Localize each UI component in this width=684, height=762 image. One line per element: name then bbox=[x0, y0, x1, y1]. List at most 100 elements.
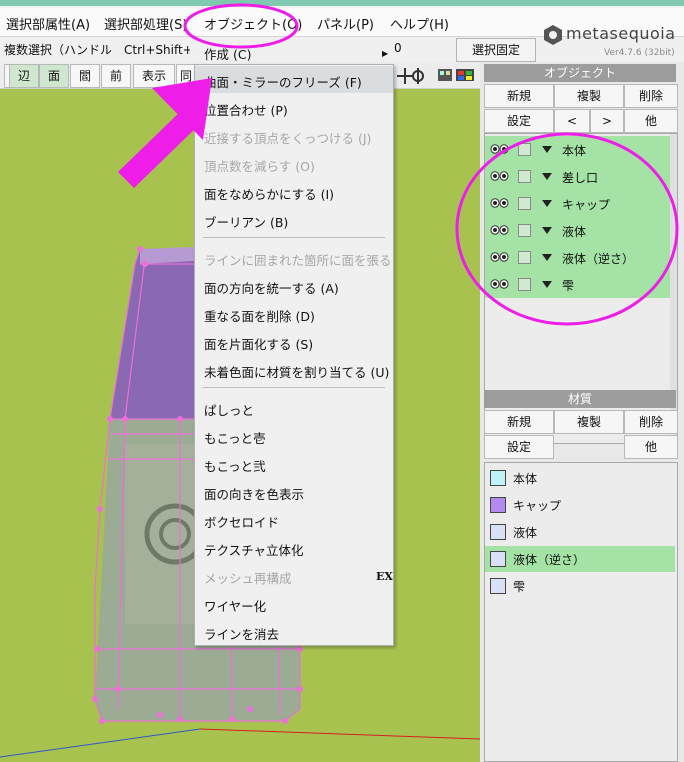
material-swatch bbox=[490, 578, 506, 594]
material-name: キャップ bbox=[513, 499, 562, 513]
screen-layout-icon bbox=[438, 69, 474, 81]
display-button[interactable]: 表示 bbox=[133, 64, 175, 88]
ex-badge: EX bbox=[376, 570, 393, 583]
object-other-button[interactable]: 他 bbox=[624, 109, 678, 133]
edge-mode-button[interactable]: 辺 bbox=[9, 64, 39, 88]
lock-checkbox[interactable] bbox=[518, 197, 531, 210]
menu-separator bbox=[203, 237, 385, 238]
list-item[interactable]: 雫 bbox=[485, 271, 670, 298]
object-panel-title: オブジェクト bbox=[484, 64, 676, 82]
menu-item-align[interactable]: 位置合わせ (P) bbox=[204, 100, 288, 119]
expand-triangle-icon[interactable] bbox=[542, 200, 552, 207]
object-name: 液体（逆さ） bbox=[562, 252, 635, 266]
object-next-button[interactable]: > bbox=[590, 109, 624, 133]
object-delete-button[interactable]: 削除 bbox=[624, 84, 678, 108]
list-item[interactable]: 本体 bbox=[485, 136, 670, 163]
menu-item-delete-lines[interactable]: ラインを消去 bbox=[204, 624, 279, 643]
object-name: 差し口 bbox=[562, 171, 599, 185]
menu-item-unify-normals[interactable]: 面の方向を統一する (A) bbox=[204, 278, 339, 297]
material-duplicate-button[interactable]: 複製 bbox=[554, 410, 624, 434]
menu-selection-process[interactable]: 選択部処理(S) bbox=[104, 14, 187, 33]
menu-item-mokotto-2[interactable]: もこっと弐 bbox=[204, 456, 266, 475]
visibility-eye-icon[interactable] bbox=[490, 171, 510, 181]
list-item[interactable]: 本体 bbox=[485, 465, 675, 491]
lock-checkbox[interactable] bbox=[518, 224, 531, 237]
menu-selection-attributes[interactable]: 選択部属性(A) bbox=[6, 14, 90, 33]
menu-item-smooth-faces[interactable]: 面をなめらかにする (I) bbox=[204, 184, 334, 203]
visibility-eye-icon[interactable] bbox=[490, 225, 510, 235]
menu-item-freeze[interactable]: 曲面・ミラーのフリーズ (F) bbox=[204, 72, 362, 91]
object-menu-dropdown: 作成 (C) ▶ 曲面・ミラーのフリーズ (F) 位置合わせ (P) 近接する頂… bbox=[194, 47, 394, 646]
view-tools-icons[interactable] bbox=[396, 67, 478, 85]
material-other-button[interactable]: 他 bbox=[624, 435, 678, 459]
logo-icon bbox=[544, 25, 562, 45]
app-logo: metasequoia Ver4.7.6 (32bit) bbox=[540, 18, 684, 62]
list-item[interactable]: 液体 bbox=[485, 217, 670, 244]
menu-item-pashitto[interactable]: ぱしっと bbox=[204, 400, 254, 419]
same-button[interactable]: 同 bbox=[176, 64, 196, 88]
material-new-button[interactable]: 新規 bbox=[484, 410, 554, 434]
menu-item-merge-vertices[interactable]: 近接する頂点をくっつける (J) bbox=[204, 128, 371, 147]
material-settings-button[interactable]: 設定 bbox=[484, 435, 554, 459]
menu-item-mokotto-1[interactable]: もこっと壱 bbox=[204, 428, 266, 447]
menu-item-assign-material[interactable]: 未着色面に材質を割り当てる (U) bbox=[204, 362, 389, 381]
menu-object[interactable]: オブジェクト(O) bbox=[204, 14, 302, 33]
expand-triangle-icon[interactable] bbox=[542, 254, 552, 261]
object-name: 本体 bbox=[562, 144, 587, 158]
expand-triangle-icon[interactable] bbox=[542, 281, 552, 288]
menu-item-single-side[interactable]: 面を片面化する (S) bbox=[204, 334, 313, 353]
menu-panel[interactable]: パネル(P) bbox=[317, 14, 374, 33]
material-name: 液体 bbox=[513, 526, 538, 540]
front-view-button[interactable]: 前 bbox=[101, 64, 131, 88]
list-item[interactable]: 液体 bbox=[485, 519, 675, 545]
side-panels: オブジェクト 新規 複製 削除 設定 < > 他 本体 差し口 キャップ 液体 bbox=[480, 62, 684, 762]
material-name: 雫 bbox=[513, 580, 526, 594]
fix-selection-button[interactable]: 選択固定 bbox=[456, 38, 536, 62]
visibility-eye-icon[interactable] bbox=[490, 252, 510, 262]
material-name: 本体 bbox=[513, 472, 538, 486]
lock-checkbox[interactable] bbox=[518, 278, 531, 291]
expand-triangle-icon[interactable] bbox=[542, 146, 552, 153]
menu-help[interactable]: ヘルプ(H) bbox=[390, 14, 449, 33]
object-prev-button[interactable]: < bbox=[554, 109, 590, 133]
lock-checkbox[interactable] bbox=[518, 170, 531, 183]
menu-item-reduce-vertices[interactable]: 頂点数を減らす (O) bbox=[204, 156, 315, 175]
list-item[interactable]: 液体（逆さ） bbox=[485, 546, 675, 572]
list-item[interactable]: キャップ bbox=[485, 492, 675, 518]
list-item[interactable]: 差し口 bbox=[485, 163, 670, 190]
expand-triangle-icon[interactable] bbox=[542, 227, 552, 234]
face-mode-button[interactable]: 面 bbox=[39, 64, 69, 88]
list-item[interactable]: キャップ bbox=[485, 190, 670, 217]
menu-item-boolean[interactable]: ブーリアン (B) bbox=[204, 212, 288, 231]
hide-mode-button[interactable]: 閻 bbox=[70, 64, 100, 88]
menu-item-fill-enclosed[interactable]: ラインに囲まれた箇所に面を張る bbox=[204, 250, 392, 269]
menu-item-create[interactable]: 作成 (C) bbox=[204, 44, 251, 63]
multi-select-mode[interactable]: 複数選択（ハンドル Ctrl+Shift+L bbox=[4, 41, 190, 58]
material-swatch bbox=[490, 470, 506, 486]
expand-triangle-icon[interactable] bbox=[542, 173, 552, 180]
move-view-icon bbox=[397, 68, 424, 84]
menu-item-texture-3d[interactable]: テクスチャ立体化 bbox=[204, 540, 304, 559]
material-name: 液体（逆さ） bbox=[513, 553, 586, 567]
list-item[interactable]: 雫 bbox=[485, 573, 675, 599]
menu-item-voxeloid[interactable]: ボクセロイド bbox=[204, 512, 279, 531]
material-panel-title: 材質 bbox=[484, 390, 676, 408]
menu-item-normal-color[interactable]: 面の向きを色表示 bbox=[204, 484, 304, 503]
menu-item-remesh[interactable]: メッシュ再構成 bbox=[204, 568, 292, 587]
list-item[interactable]: 液体（逆さ） bbox=[485, 244, 670, 271]
object-new-button[interactable]: 新規 bbox=[484, 84, 554, 108]
lock-checkbox[interactable] bbox=[518, 251, 531, 264]
lock-checkbox[interactable] bbox=[518, 143, 531, 156]
object-settings-button[interactable]: 設定 bbox=[484, 109, 554, 133]
visibility-eye-icon[interactable] bbox=[490, 279, 510, 289]
visibility-eye-icon[interactable] bbox=[490, 198, 510, 208]
menu-item-delete-overlap[interactable]: 重なる面を削除 (D) bbox=[204, 306, 315, 325]
logo-name: metasequoia bbox=[566, 24, 676, 43]
material-swatch bbox=[490, 524, 506, 540]
visibility-eye-icon[interactable] bbox=[490, 144, 510, 154]
menu-separator bbox=[203, 387, 385, 388]
object-duplicate-button[interactable]: 複製 bbox=[554, 84, 624, 108]
menu-item-wireframe[interactable]: ワイヤー化 bbox=[204, 596, 266, 615]
material-list[interactable]: 本体 キャップ 液体 液体（逆さ） 雫 bbox=[484, 462, 678, 762]
material-delete-button[interactable]: 削除 bbox=[624, 410, 678, 434]
